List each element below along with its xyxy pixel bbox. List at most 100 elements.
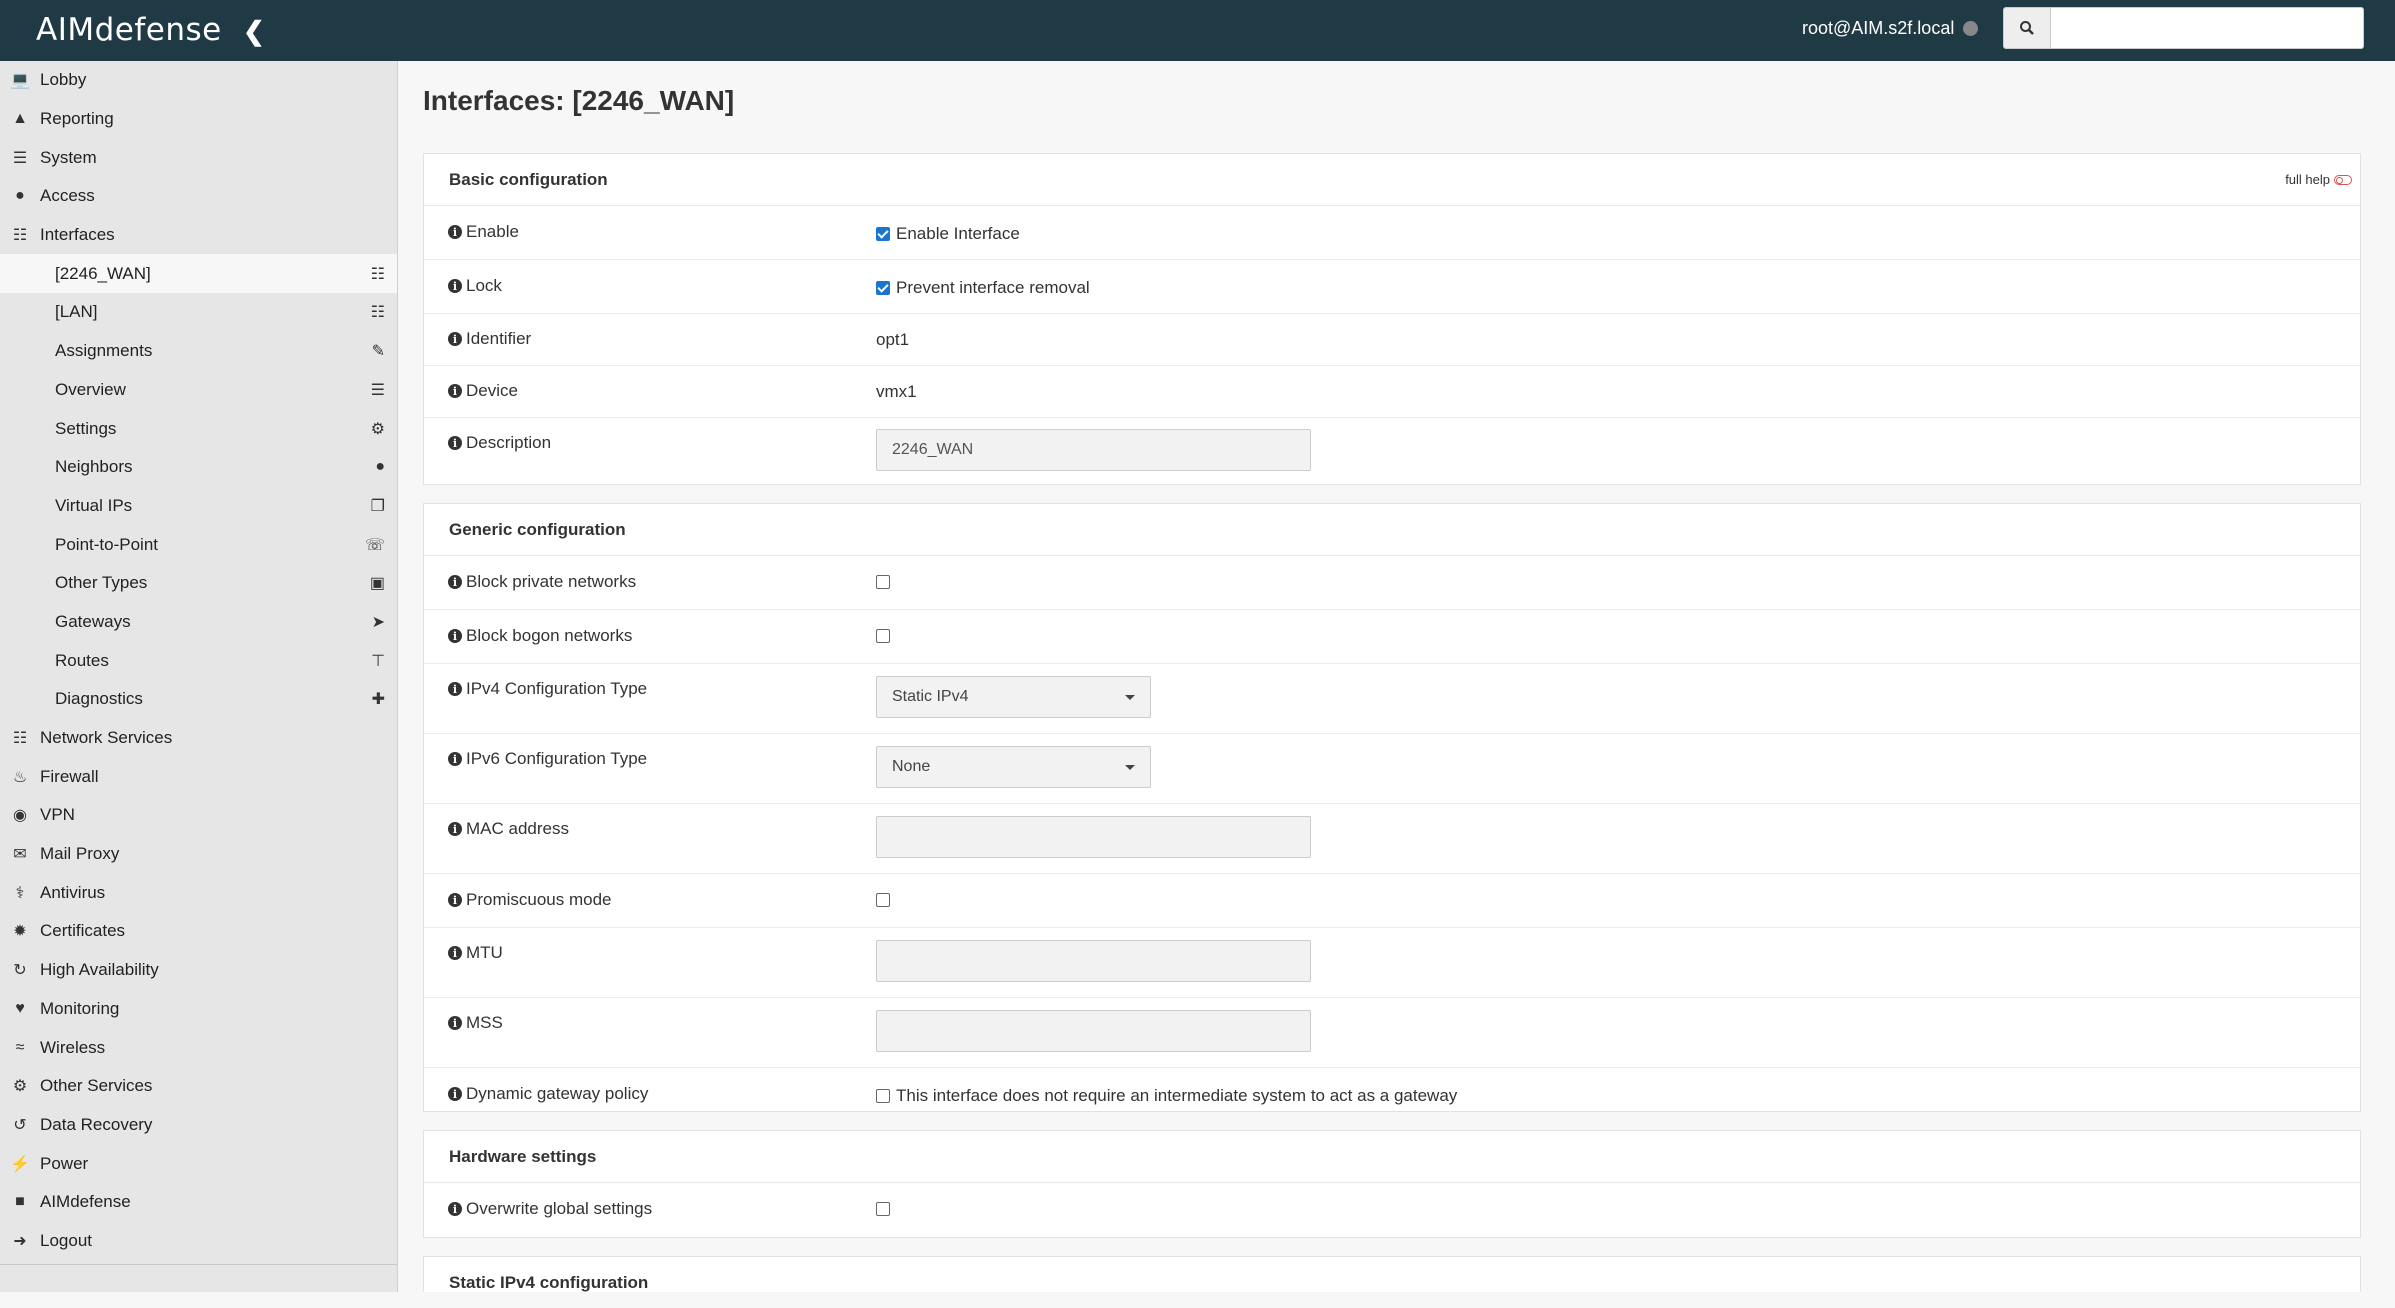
sidebar-subitem-virtual-ips[interactable]: Virtual IPs ❐ [0, 487, 397, 526]
envelope-icon: ✉ [13, 846, 27, 864]
lock-row: i Lock Prevent interface removal [424, 260, 2360, 314]
block-bogon-checkbox[interactable] [876, 629, 890, 643]
sidebar-item-wireless[interactable]: ≈ Wireless [0, 1028, 397, 1067]
info-icon[interactable]: i [448, 1202, 462, 1216]
sign-out-icon: ➜ [13, 1232, 27, 1250]
info-icon[interactable]: i [448, 436, 462, 450]
search-button[interactable] [2003, 7, 2051, 49]
info-icon[interactable]: i [448, 629, 462, 643]
sidebar-item-logout[interactable]: ➜ Logout [0, 1222, 397, 1261]
sidebar-subitem-settings[interactable]: Settings ⚙ [0, 409, 397, 448]
full-help-toggle[interactable]: full help [2285, 172, 2352, 187]
sidebar-item-mail-proxy[interactable]: ✉ Mail Proxy [0, 835, 397, 874]
sidebar-item-high-availability[interactable]: ↻ High Availability [0, 951, 397, 990]
info-icon[interactable]: i [448, 384, 462, 398]
sidebar-collapse-icon[interactable]: ❮ [243, 16, 265, 47]
sidebar-item-network-services[interactable]: ☷ Network Services [0, 719, 397, 758]
sidebar-subitem-2246-wan[interactable]: [2246_WAN] ☷ [0, 254, 397, 294]
caret-down-icon [1125, 694, 1135, 700]
sitemap-icon: ☷ [12, 730, 28, 748]
sidebar-subitem-other-types[interactable]: Other Types ▣ [0, 564, 397, 603]
basic-configuration-panel: Basic configuration full help i Enable E… [423, 153, 2361, 485]
enable-interface-checkbox[interactable] [876, 227, 890, 241]
info-icon[interactable]: i [448, 893, 462, 907]
search-icon [2020, 21, 2034, 35]
mac-address-row: i MAC address [424, 804, 2360, 874]
info-icon[interactable]: i [448, 822, 462, 836]
main-content: Interfaces: [2246_WAN] Basic configurati… [398, 61, 2395, 1292]
mac-address-input[interactable] [876, 816, 1311, 858]
sidebar-item-reporting[interactable]: ▲ Reporting [0, 100, 397, 139]
certificate-icon: ✹ [13, 923, 27, 941]
sidebar-item-data-recovery[interactable]: ↺ Data Recovery [0, 1106, 397, 1145]
sitemap-icon: ☷ [370, 265, 385, 283]
medkit-icon: ✚ [371, 691, 385, 709]
promiscuous-row: i Promiscuous mode [424, 874, 2360, 928]
sidebar-subitem-overview[interactable]: Overview ☰ [0, 371, 397, 410]
sidebar-subitem-lan[interactable]: [LAN] ☷ [0, 293, 397, 332]
sidebar-item-certificates[interactable]: ✹ Certificates [0, 912, 397, 951]
ipv4-type-select[interactable]: Static IPv4 [876, 676, 1151, 718]
server-icon: ☰ [12, 149, 28, 167]
sidebar-item-power[interactable]: ⚡ Power [0, 1144, 397, 1183]
info-icon[interactable]: i [448, 225, 462, 239]
sidebar-item-vpn[interactable]: ◉ VPN [0, 796, 397, 835]
description-input[interactable] [876, 429, 1311, 471]
hardware-settings-panel: Hardware settings i Overwrite global set… [423, 1130, 2361, 1238]
sidebar: 💻 Lobby ▲ Reporting ☰ System ● Access ☷ … [0, 61, 398, 1292]
sidebar-subitem-assignments[interactable]: Assignments ✎ [0, 332, 397, 371]
lock-icon: ■ [15, 1193, 25, 1211]
dynamic-gateway-row: i Dynamic gateway policy This interface … [424, 1068, 2360, 1121]
history-icon: ↺ [13, 1116, 27, 1134]
sidebar-subitem-diagnostics[interactable]: Diagnostics ✚ [0, 680, 397, 719]
mtu-input[interactable] [876, 940, 1311, 982]
dynamic-gateway-checkbox[interactable] [876, 1089, 890, 1103]
sidebar-item-system[interactable]: ☰ System [0, 138, 397, 177]
ipv6-type-row: i IPv6 Configuration Type None [424, 734, 2360, 804]
info-icon[interactable]: i [448, 1087, 462, 1101]
refresh-icon: ↻ [13, 962, 27, 980]
sidebar-item-firewall[interactable]: ♨ Firewall [0, 757, 397, 796]
info-icon[interactable]: i [448, 682, 462, 696]
top-navbar: AIMdefense ❮ root@AIM.s2f.local [0, 0, 2395, 61]
mss-input[interactable] [876, 1010, 1311, 1052]
search-input[interactable] [2051, 7, 2364, 49]
users-icon: ● [15, 187, 25, 205]
sidebar-item-aimdefense[interactable]: ■ AIMdefense [0, 1183, 397, 1222]
info-icon[interactable]: i [448, 279, 462, 293]
info-icon[interactable]: i [448, 575, 462, 589]
ipv6-type-select[interactable]: None [876, 746, 1151, 788]
sidebar-item-other-services[interactable]: ⚙ Other Services [0, 1067, 397, 1106]
phone-icon: ☏ [364, 536, 385, 554]
user-account[interactable]: root@AIM.s2f.local [1802, 18, 1954, 39]
sidebar-item-lobby[interactable]: 💻 Lobby [0, 61, 397, 100]
stethoscope-icon: ⚕ [15, 884, 25, 902]
fire-icon: ♨ [12, 768, 28, 786]
globe-icon: ◉ [13, 807, 27, 825]
info-icon[interactable]: i [448, 1016, 462, 1030]
enable-row: i Enable Enable Interface [424, 206, 2360, 260]
sidebar-subitem-routes[interactable]: Routes ⊤ [0, 641, 397, 680]
info-icon[interactable]: i [448, 752, 462, 766]
promiscuous-checkbox[interactable] [876, 893, 890, 907]
sidebar-subitem-point-to-point[interactable]: Point-to-Point ☏ [0, 525, 397, 564]
sidebar-item-interfaces[interactable]: ☷ Interfaces [0, 216, 397, 255]
sidebar-subitem-gateways[interactable]: Gateways ➤ [0, 603, 397, 642]
sidebar-item-monitoring[interactable]: ♥ Monitoring [0, 990, 397, 1029]
cogs-icon: ⚙ [370, 420, 385, 438]
info-icon[interactable]: i [448, 332, 462, 346]
sidebar-item-antivirus[interactable]: ⚕ Antivirus [0, 873, 397, 912]
prevent-removal-checkbox[interactable] [876, 281, 890, 295]
identifier-row: i Identifier opt1 [424, 314, 2360, 366]
static-ipv4-panel: Static IPv4 configuration [423, 1256, 2361, 1292]
overwrite-global-checkbox[interactable] [876, 1202, 890, 1216]
info-icon[interactable]: i [448, 946, 462, 960]
brand-logo[interactable]: AIMdefense [36, 12, 222, 48]
caret-down-icon [1125, 764, 1135, 770]
plug-icon: ⚡ [10, 1155, 30, 1173]
block-bogon-row: i Block bogon networks [424, 610, 2360, 664]
sidebar-subitem-neighbors[interactable]: Neighbors ● [0, 448, 397, 487]
block-private-checkbox[interactable] [876, 575, 890, 589]
wifi-icon: ≈ [15, 1038, 25, 1056]
sidebar-item-access[interactable]: ● Access [0, 177, 397, 216]
